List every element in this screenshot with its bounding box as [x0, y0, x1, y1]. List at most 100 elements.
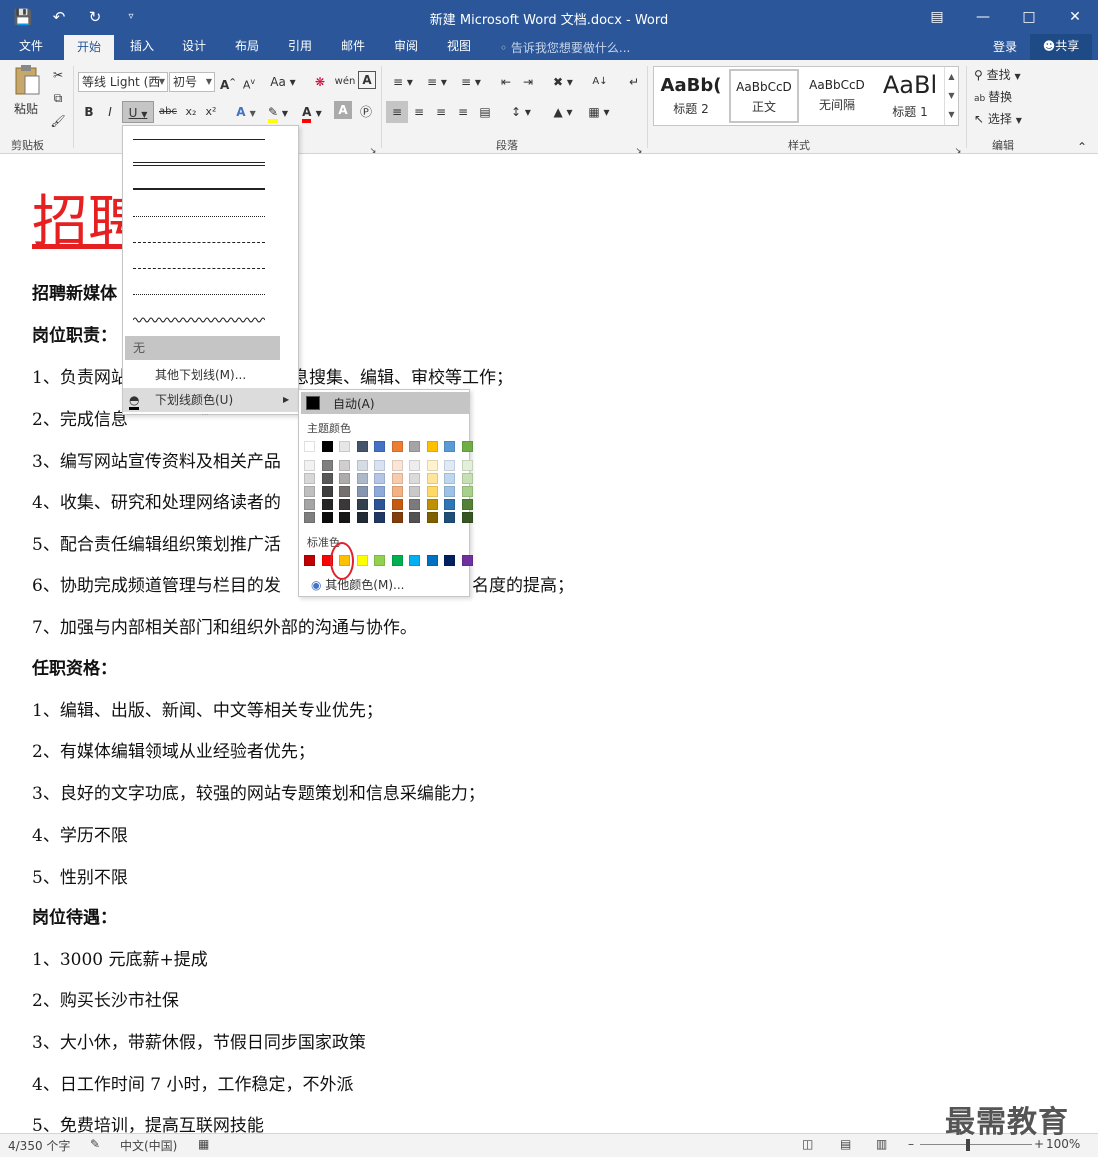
underline-option-double[interactable]: [123, 152, 298, 176]
underline-option-dotted[interactable]: [123, 204, 298, 228]
theme-shade-swatch[interactable]: [426, 473, 438, 484]
subscript-button[interactable]: x₂: [182, 101, 200, 123]
theme-shade-swatch[interactable]: [374, 499, 385, 510]
tab-references[interactable]: 引用: [276, 34, 324, 60]
theme-shade-swatch[interactable]: [444, 473, 455, 484]
theme-shade-swatch[interactable]: [409, 473, 420, 484]
font-size-combo[interactable]: 初号 ▼: [169, 72, 215, 92]
theme-shade-swatch[interactable]: [409, 499, 420, 510]
auto-color-item[interactable]: 自动(A): [301, 392, 469, 414]
standard-color-swatch[interactable]: [444, 555, 455, 566]
underline-option-single[interactable]: [123, 128, 298, 152]
theme-shade-swatch[interactable]: [391, 473, 403, 484]
style-heading1[interactable]: AaBl 标题 1: [875, 69, 945, 123]
cut-icon[interactable]: ✂: [48, 64, 68, 86]
char-shading-icon[interactable]: A: [334, 101, 352, 119]
text-effects-icon[interactable]: A ▼: [232, 101, 260, 123]
underline-color-item[interactable]: ◓ 下划线颜色(U) ▶: [123, 388, 298, 412]
standard-color-swatch[interactable]: [304, 555, 315, 566]
theme-color-swatch[interactable]: [444, 441, 455, 452]
theme-shade-swatch[interactable]: [444, 486, 455, 497]
theme-shade-swatch[interactable]: [356, 460, 368, 471]
theme-shade-swatch[interactable]: [356, 486, 368, 497]
italic-button[interactable]: I: [101, 101, 119, 123]
macro-icon[interactable]: ▦: [198, 1137, 209, 1151]
theme-shade-swatch[interactable]: [356, 473, 368, 484]
theme-color-swatch[interactable]: [461, 441, 473, 452]
standard-color-swatch[interactable]: [356, 555, 368, 566]
tab-view[interactable]: 视图: [435, 34, 483, 60]
align-left-icon[interactable]: ≡: [386, 101, 408, 123]
enclose-char-icon[interactable]: Ⓟ: [356, 101, 376, 123]
minimize-icon[interactable]: —: [960, 0, 1006, 34]
maximize-icon[interactable]: □: [1006, 0, 1052, 34]
theme-color-swatch[interactable]: [409, 441, 420, 452]
theme-shade-swatch[interactable]: [391, 460, 403, 471]
theme-shade-swatch[interactable]: [304, 486, 315, 497]
read-mode-icon[interactable]: ◫: [802, 1137, 813, 1151]
theme-shade-swatch[interactable]: [339, 460, 350, 471]
theme-shade-swatch[interactable]: [461, 512, 473, 523]
tab-home[interactable]: 开始: [64, 34, 114, 60]
tab-insert[interactable]: 插入: [118, 34, 166, 60]
theme-shade-swatch[interactable]: [409, 460, 420, 471]
bold-button[interactable]: B: [80, 101, 98, 123]
underline-option-dashed[interactable]: [123, 230, 298, 254]
standard-color-swatch[interactable]: [426, 555, 438, 566]
gallery-scroll[interactable]: ▲ ▼ ▼: [944, 67, 958, 125]
tab-mailings[interactable]: 邮件: [329, 34, 377, 60]
theme-shade-swatch[interactable]: [374, 473, 385, 484]
theme-shade-swatch[interactable]: [339, 473, 350, 484]
theme-shade-swatch[interactable]: [339, 499, 350, 510]
web-layout-icon[interactable]: ▥: [876, 1137, 887, 1151]
theme-shade-swatch[interactable]: [339, 486, 350, 497]
sort-icon[interactable]: A↓: [590, 71, 610, 93]
underline-button[interactable]: U ▼: [122, 101, 154, 123]
align-right-icon[interactable]: ≡: [430, 101, 452, 123]
theme-shade-swatch[interactable]: [356, 499, 368, 510]
shrink-font-button[interactable]: Av: [240, 71, 258, 93]
underline-option-thick[interactable]: [123, 176, 298, 202]
decrease-indent-icon[interactable]: ⇤: [496, 71, 516, 93]
tab-review[interactable]: 审阅: [382, 34, 430, 60]
more-underlines-item[interactable]: 其他下划线(M)...: [123, 363, 298, 387]
theme-shade-swatch[interactable]: [321, 499, 333, 510]
style-heading2[interactable]: AaBb( 标题 2: [656, 69, 726, 123]
underline-option-dash-dot[interactable]: [123, 256, 298, 280]
bullets-icon[interactable]: ≡ ▾: [388, 71, 418, 93]
tab-file[interactable]: 文件: [8, 34, 54, 60]
language-status[interactable]: 中文(中国): [120, 1137, 177, 1154]
style-normal[interactable]: AaBbCcD 正文: [729, 69, 799, 123]
copy-icon[interactable]: ⧉: [48, 87, 68, 109]
show-marks-icon[interactable]: ↵: [624, 71, 644, 93]
theme-shade-swatch[interactable]: [356, 512, 368, 523]
change-case-button[interactable]: Aa ▾: [268, 71, 298, 93]
theme-shade-swatch[interactable]: [444, 512, 455, 523]
format-painter-icon[interactable]: 🖌: [48, 110, 68, 132]
theme-shade-swatch[interactable]: [321, 486, 333, 497]
standard-color-swatch[interactable]: [461, 555, 473, 566]
theme-color-swatch[interactable]: [391, 441, 403, 452]
increase-indent-icon[interactable]: ⇥: [518, 71, 538, 93]
theme-shade-swatch[interactable]: [461, 460, 473, 471]
standard-color-swatch[interactable]: [374, 555, 385, 566]
justify-icon[interactable]: ≡: [452, 101, 474, 123]
theme-shade-swatch[interactable]: [321, 460, 333, 471]
superscript-button[interactable]: x²: [202, 101, 220, 123]
standard-color-swatch[interactable]: [391, 555, 403, 566]
theme-color-swatch[interactable]: [356, 441, 368, 452]
style-no-spacing[interactable]: AaBbCcD 无间隔: [802, 69, 872, 123]
select-button[interactable]: ↖ 选择 ▼: [974, 108, 1034, 130]
theme-shade-swatch[interactable]: [461, 499, 473, 510]
paste-button[interactable]: 粘贴: [8, 98, 44, 120]
phonetic-guide-icon[interactable]: wén: [334, 71, 356, 93]
chinese-layout-icon[interactable]: ✖ ▾: [548, 71, 578, 93]
theme-shade-swatch[interactable]: [426, 460, 438, 471]
theme-shade-swatch[interactable]: [374, 512, 385, 523]
highlight-icon[interactable]: ✎ ▼: [264, 101, 292, 123]
share-button[interactable]: ☻共享: [1030, 34, 1092, 60]
tell-me-box[interactable]: ◦ 告诉我您想要做什么...: [500, 39, 630, 56]
theme-shade-swatch[interactable]: [426, 486, 438, 497]
clear-format-icon[interactable]: ❋: [310, 71, 330, 93]
shading-icon[interactable]: ▲ ▾: [548, 101, 578, 123]
